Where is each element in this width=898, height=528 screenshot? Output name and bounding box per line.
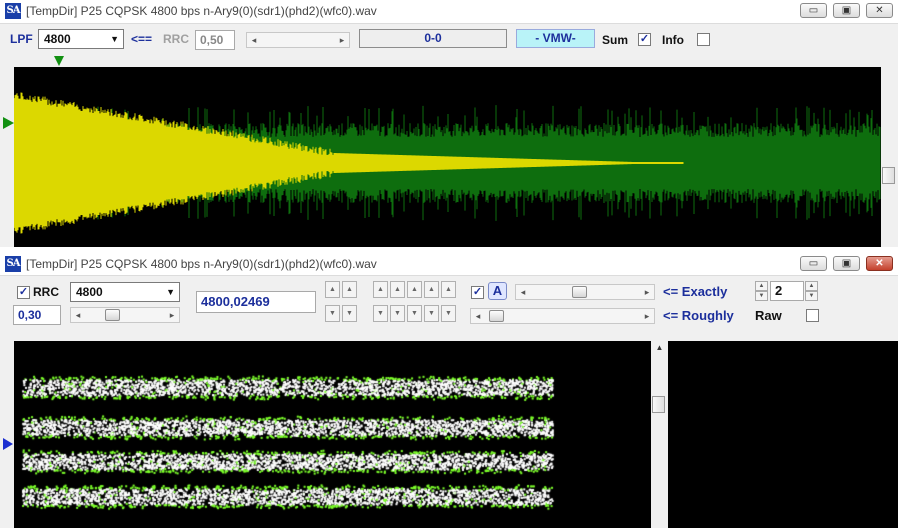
spectrum-svg bbox=[14, 92, 881, 234]
toolbar: LPF 4800 ▼ <== RRC 0,50 ◂ ▸ 0-0 - VMW- S… bbox=[0, 24, 898, 56]
arrow-left-icon[interactable]: ◂ bbox=[71, 308, 85, 322]
exact-slider[interactable]: ◂ ▸ bbox=[515, 284, 655, 300]
scroll-up-icon[interactable]: ▲ bbox=[651, 341, 668, 355]
app-icon: SA bbox=[5, 3, 21, 19]
close-button[interactable]: ✕ bbox=[866, 3, 893, 18]
sum-label: Sum bbox=[602, 33, 629, 47]
up-arrow-icon[interactable]: ▲ bbox=[407, 281, 422, 298]
up-arrow-icon[interactable]: ▲ bbox=[441, 281, 456, 298]
apply-arrow-label[interactable]: <== bbox=[131, 32, 152, 46]
info-checkbox[interactable] bbox=[697, 33, 710, 46]
down-arrow-icon[interactable]: ▼ bbox=[407, 305, 422, 322]
minimize-button[interactable]: ▭ bbox=[800, 256, 827, 271]
status-display: 0-0 bbox=[359, 29, 507, 48]
arrow-left-icon[interactable]: ◂ bbox=[516, 285, 530, 299]
exactly-label: <= Exactly bbox=[663, 284, 728, 299]
rrc-label: RRC bbox=[163, 32, 189, 46]
eye-diagram-plot[interactable] bbox=[14, 341, 651, 528]
toolbar: ✓ RRC 4800 ▼ 0,30 ◂ ▸ 4800,02469 ▲ ▲ ▼ ▼… bbox=[0, 276, 898, 329]
arrow-left-icon[interactable]: ◂ bbox=[471, 309, 485, 323]
mode-display[interactable]: - VMW- bbox=[516, 29, 595, 48]
sum-checkbox[interactable]: ✓ bbox=[638, 33, 651, 46]
left-marker-icon[interactable] bbox=[3, 438, 13, 450]
lpf-label: LPF bbox=[10, 32, 33, 46]
rrc-value-field[interactable]: 0,30 bbox=[13, 305, 61, 325]
spin-up-button[interactable]: ▲ bbox=[755, 281, 768, 291]
up-arrow-icon[interactable]: ▲ bbox=[342, 281, 357, 298]
chevron-down-icon: ▼ bbox=[166, 287, 175, 297]
slider-thumb[interactable] bbox=[572, 286, 587, 298]
arrow-right-icon[interactable]: ▸ bbox=[640, 309, 654, 323]
side-plot bbox=[668, 341, 898, 528]
eye-diagram-window: SA [TempDir] P25 CQPSK 4800 bps n-Ary9(0… bbox=[0, 253, 898, 528]
roughly-label: <= Roughly bbox=[663, 308, 734, 323]
rrc-select-value: 4800 bbox=[76, 285, 103, 299]
spin-up-button[interactable]: ▲ bbox=[805, 281, 818, 291]
title-bar[interactable]: SA [TempDir] P25 CQPSK 4800 bps n-Ary9(0… bbox=[0, 0, 898, 24]
down-arrow-icon[interactable]: ▼ bbox=[342, 305, 357, 322]
chevron-down-icon: ▼ bbox=[110, 34, 119, 44]
up-arrow-icon[interactable]: ▲ bbox=[424, 281, 439, 298]
slider-thumb[interactable] bbox=[489, 310, 504, 322]
lpf-select[interactable]: 4800 ▼ bbox=[38, 29, 124, 49]
maximize-button[interactable]: ▣ bbox=[833, 256, 860, 271]
down-arrow-icon[interactable]: ▼ bbox=[325, 305, 340, 322]
rrc-select[interactable]: 4800 ▼ bbox=[70, 282, 180, 302]
down-arrow-icon[interactable]: ▼ bbox=[424, 305, 439, 322]
lpf-select-value: 4800 bbox=[44, 32, 71, 46]
app-icon: SA bbox=[5, 256, 21, 272]
info-label: Info bbox=[662, 33, 684, 47]
minimize-button[interactable]: ▭ bbox=[800, 3, 827, 18]
arrow-left-icon[interactable]: ◂ bbox=[247, 33, 261, 47]
maximize-button[interactable]: ▣ bbox=[833, 3, 860, 18]
raw-checkbox[interactable] bbox=[806, 309, 819, 322]
arrow-right-icon[interactable]: ▸ bbox=[165, 308, 179, 322]
down-arrow-icon[interactable]: ▼ bbox=[390, 305, 405, 322]
spin-down-button[interactable]: ▼ bbox=[755, 291, 768, 301]
scrollbar-thumb[interactable] bbox=[652, 396, 665, 413]
rrc-label: RRC bbox=[33, 285, 59, 299]
rrc-slider[interactable]: ◂ ▸ bbox=[246, 32, 350, 48]
up-arrow-icon[interactable]: ▲ bbox=[390, 281, 405, 298]
eye-area: ▲ bbox=[0, 329, 898, 528]
rrc-slider[interactable]: ◂ ▸ bbox=[70, 307, 180, 323]
plot-area bbox=[0, 56, 898, 247]
arrow-right-icon[interactable]: ▸ bbox=[335, 33, 349, 47]
rate-field[interactable]: 4800,02469 bbox=[196, 291, 316, 313]
down-arrow-icon[interactable]: ▼ bbox=[373, 305, 388, 322]
raw-label: Raw bbox=[755, 308, 782, 323]
rrc-checkbox[interactable]: ✓ bbox=[17, 286, 30, 299]
signal-window: SA [TempDir] P25 CQPSK 4800 bps n-Ary9(0… bbox=[0, 0, 898, 247]
up-arrow-icon[interactable]: ▲ bbox=[373, 281, 388, 298]
vertical-scrollbar[interactable] bbox=[881, 67, 898, 247]
eye-canvas bbox=[14, 341, 651, 528]
left-marker-icon[interactable] bbox=[3, 117, 14, 129]
auto-button[interactable]: A bbox=[488, 282, 507, 300]
top-marker-icon[interactable] bbox=[54, 56, 64, 66]
rough-slider[interactable]: ◂ ▸ bbox=[470, 308, 655, 324]
slider-thumb[interactable] bbox=[105, 309, 120, 321]
title-bar[interactable]: SA [TempDir] P25 CQPSK 4800 bps n-Ary9(0… bbox=[0, 253, 898, 276]
spin-value-field[interactable]: 2 bbox=[770, 281, 804, 301]
down-arrow-icon[interactable]: ▼ bbox=[441, 305, 456, 322]
scrollbar-thumb[interactable] bbox=[882, 167, 895, 184]
spectrum-plot[interactable] bbox=[14, 67, 881, 247]
vertical-scrollbar[interactable]: ▲ bbox=[651, 341, 668, 528]
arrow-right-icon[interactable]: ▸ bbox=[640, 285, 654, 299]
window-title: [TempDir] P25 CQPSK 4800 bps n-Ary9(0)(s… bbox=[26, 4, 377, 18]
auto-checkbox[interactable]: ✓ bbox=[471, 286, 484, 299]
rrc-value-field[interactable]: 0,50 bbox=[195, 30, 235, 50]
up-arrow-icon[interactable]: ▲ bbox=[325, 281, 340, 298]
window-title: [TempDir] P25 CQPSK 4800 bps n-Ary9(0)(s… bbox=[26, 257, 377, 271]
close-button[interactable]: ✕ bbox=[866, 256, 893, 271]
spin-down-button[interactable]: ▼ bbox=[805, 291, 818, 301]
